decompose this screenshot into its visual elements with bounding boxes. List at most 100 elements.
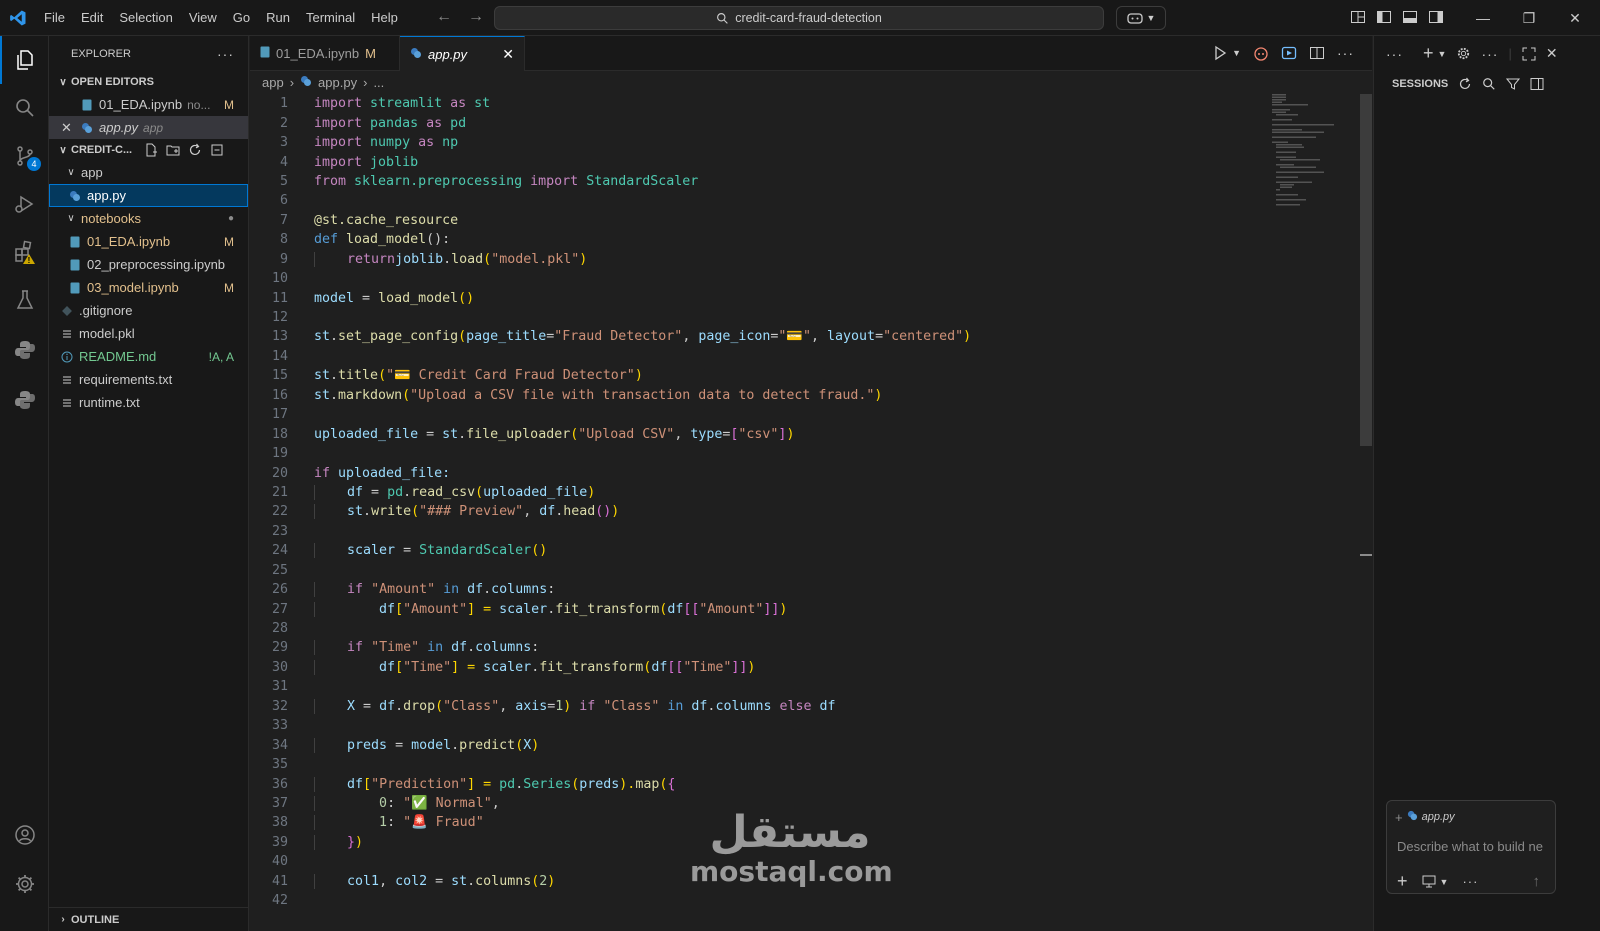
more-actions-icon[interactable]: ··· [1481,46,1498,62]
tab-01-eda[interactable]: 01_EDA.ipynb M [250,36,400,71]
copilot-button[interactable]: ▼ [1116,6,1166,30]
open-editor-item[interactable]: 01_EDA.ipynb no... M [49,93,248,116]
run-debug-icon[interactable] [0,180,49,228]
refresh-icon[interactable] [188,143,202,157]
testing-flask-icon[interactable] [0,276,49,324]
new-file-icon[interactable] [144,143,158,157]
tree-item-gitignore[interactable]: .gitignore [49,299,248,322]
more-actions-icon[interactable]: ··· [1386,46,1403,62]
new-chat-icon[interactable]: + [1423,43,1434,64]
tree-item-02-preprocessing[interactable]: 02_preprocessing.ipynb [49,253,248,276]
outline-section-header[interactable]: › OUTLINE [49,907,249,931]
explorer-icon[interactable] [0,36,49,84]
code-editor[interactable]: 1 import streamlit as st 2 import pandas as… [250,94,1260,931]
chevron-down-icon: ∨ [67,213,75,224]
code-text: df["Prediction"] = pd.Series(preds).map(… [314,776,675,792]
add-icon[interactable]: + [1397,871,1408,892]
tree-item-folder-app[interactable]: ∨ app [49,161,248,184]
line-number: 22 [271,504,288,520]
toggle-sidebar-icon[interactable] [1530,77,1544,91]
minimize-icon[interactable]: — [1460,0,1506,36]
extensions-icon[interactable]: ! [0,228,49,276]
refresh-icon[interactable] [1458,77,1472,91]
toggle-primary-sidebar-icon[interactable] [1376,9,1392,25]
source-control-icon[interactable]: 4 [0,132,49,180]
tab-app-py[interactable]: app.py ✕ [400,36,525,71]
close-icon[interactable]: ✕ [1546,45,1558,62]
breadcrumb-folder[interactable]: app [262,75,284,90]
monitor-icon[interactable] [1422,875,1436,888]
tree-item-readme[interactable]: README.md !A, A [49,345,248,368]
file-lines-icon [61,328,73,340]
search-icon[interactable] [0,84,49,132]
run-python-file-icon[interactable] [1212,45,1228,61]
close-icon[interactable]: ✕ [61,120,75,136]
tree-item-requirements[interactable]: requirements.txt [49,368,248,391]
restore-icon[interactable]: ❐ [1506,0,1552,36]
breadcrumb-file[interactable]: app.py [318,75,357,90]
settings-gear-icon[interactable] [0,860,49,908]
tree-item-app-py[interactable]: app.py [49,184,248,207]
menu-run[interactable]: Run [258,0,298,36]
breadcrumb-more[interactable]: ... [373,75,384,90]
new-folder-icon[interactable] [166,143,180,157]
editor-scrollbar[interactable] [1358,94,1372,931]
copilot-face-icon[interactable] [1253,45,1269,61]
context-file-chip[interactable]: + app.py [1395,808,1455,826]
menu-terminal[interactable]: Terminal [298,0,363,36]
maximize-icon[interactable] [1522,47,1536,61]
chevron-down-icon[interactable]: ▼ [1440,877,1449,887]
menu-edit[interactable]: Edit [73,0,111,36]
settings-gear-icon[interactable] [1456,46,1471,61]
python-icon[interactable] [0,326,49,374]
customize-layout-icon[interactable] [1350,9,1366,25]
search-icon[interactable] [1482,77,1496,91]
code-line: 5 from sklearn.preprocessing import Stand… [250,172,1260,191]
chevron-down-icon[interactable]: ▼ [1232,48,1241,58]
add-context-icon[interactable]: + [1395,810,1403,825]
more-actions-icon[interactable]: ··· [1462,874,1478,889]
split-editor-icon[interactable] [1309,45,1325,61]
menu-go[interactable]: Go [225,0,258,36]
menu-help[interactable]: Help [363,0,406,36]
open-editors-header[interactable]: ∨ OPEN EDITORS [49,71,248,93]
more-actions-icon[interactable]: ··· [217,46,234,62]
filter-icon[interactable] [1506,77,1521,91]
open-editor-item-active[interactable]: ✕ app.py app [49,116,248,139]
code-text: df["Time"] = scaler.fit_transform(df[["T… [314,659,755,675]
tree-item-runtime[interactable]: runtime.txt [49,391,248,414]
chat-input[interactable]: Describe what to build ne [1397,839,1549,854]
toggle-secondary-sidebar-icon[interactable] [1428,9,1444,25]
code-text: X = df.drop("Class", axis=1) if "Class" … [314,698,836,714]
account-icon[interactable] [0,811,49,859]
arrow-left-icon[interactable]: ← [436,8,452,26]
code-text: import pandas as pd [314,115,467,131]
command-center-search[interactable]: credit-card-fraud-detection [494,6,1104,30]
scrollbar-thumb[interactable] [1360,94,1372,446]
project-folder-header[interactable]: ∨ CREDIT-C... [49,139,248,161]
close-window-icon[interactable]: ✕ [1552,0,1598,36]
tree-item-folder-notebooks[interactable]: ∨ notebooks ● [49,207,248,230]
chevron-down-icon[interactable]: ▼ [1438,49,1447,59]
tree-item-01-eda[interactable]: 01_EDA.ipynb M [49,230,248,253]
tree-item-03-model[interactable]: 03_model.ipynb M [49,276,248,299]
minimap[interactable] [1262,94,1357,214]
menu-file[interactable]: File [36,0,73,36]
line-number: 40 [271,854,288,870]
line-number: 39 [271,834,288,850]
menu-view[interactable]: View [181,0,225,36]
menu-selection[interactable]: Selection [111,0,180,36]
tree-item-model-pkl[interactable]: model.pkl [49,322,248,345]
collapse-all-icon[interactable] [210,143,224,157]
code-line: 21 df = pd.read_csv(uploaded_file) [250,483,1260,502]
preview-icon[interactable] [1281,45,1297,61]
toggle-panel-icon[interactable] [1402,9,1418,25]
more-actions-icon[interactable]: ··· [1337,45,1354,61]
arrow-right-icon[interactable]: → [468,8,484,26]
send-arrow-icon[interactable]: ↑ [1532,873,1540,890]
close-tab-icon[interactable]: ✕ [502,46,514,63]
command-center-label: credit-card-fraud-detection [735,11,882,25]
code-line: 27 df["Amount"] = scaler.fit_transform(d… [250,599,1260,618]
line-number: 7 [279,212,288,228]
python-environments-icon[interactable] [0,376,49,424]
